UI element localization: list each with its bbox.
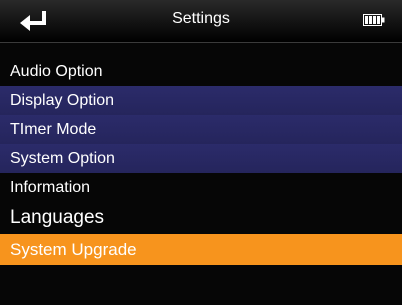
menu-item-timer-mode[interactable]: TImer Mode xyxy=(0,115,402,144)
page-title: Settings xyxy=(172,10,230,27)
menu-item-information[interactable]: Information xyxy=(0,173,402,202)
menu-item-label: Information xyxy=(10,179,91,196)
menu-item-audio-option[interactable]: Audio Option xyxy=(0,57,402,86)
settings-screen: Settings Audio Option Display Option TIm… xyxy=(0,0,402,305)
settings-menu: Audio Option Display Option TImer Mode S… xyxy=(0,57,402,265)
menu-item-label: Display Option xyxy=(10,92,115,109)
menu-item-system-option[interactable]: System Option xyxy=(0,144,402,173)
menu-item-label: System Option xyxy=(10,150,115,167)
title-bar: Settings xyxy=(0,0,402,43)
menu-item-label: Audio Option xyxy=(10,63,103,80)
menu-item-label: Languages xyxy=(10,207,105,228)
battery-full-icon xyxy=(363,14,385,26)
menu-item-label: TImer Mode xyxy=(10,121,97,138)
menu-item-display-option[interactable]: Display Option xyxy=(0,86,402,115)
menu-item-languages[interactable]: Languages xyxy=(0,202,402,233)
menu-item-label: System Upgrade xyxy=(10,240,137,259)
menu-item-system-upgrade[interactable]: System Upgrade xyxy=(0,234,402,265)
